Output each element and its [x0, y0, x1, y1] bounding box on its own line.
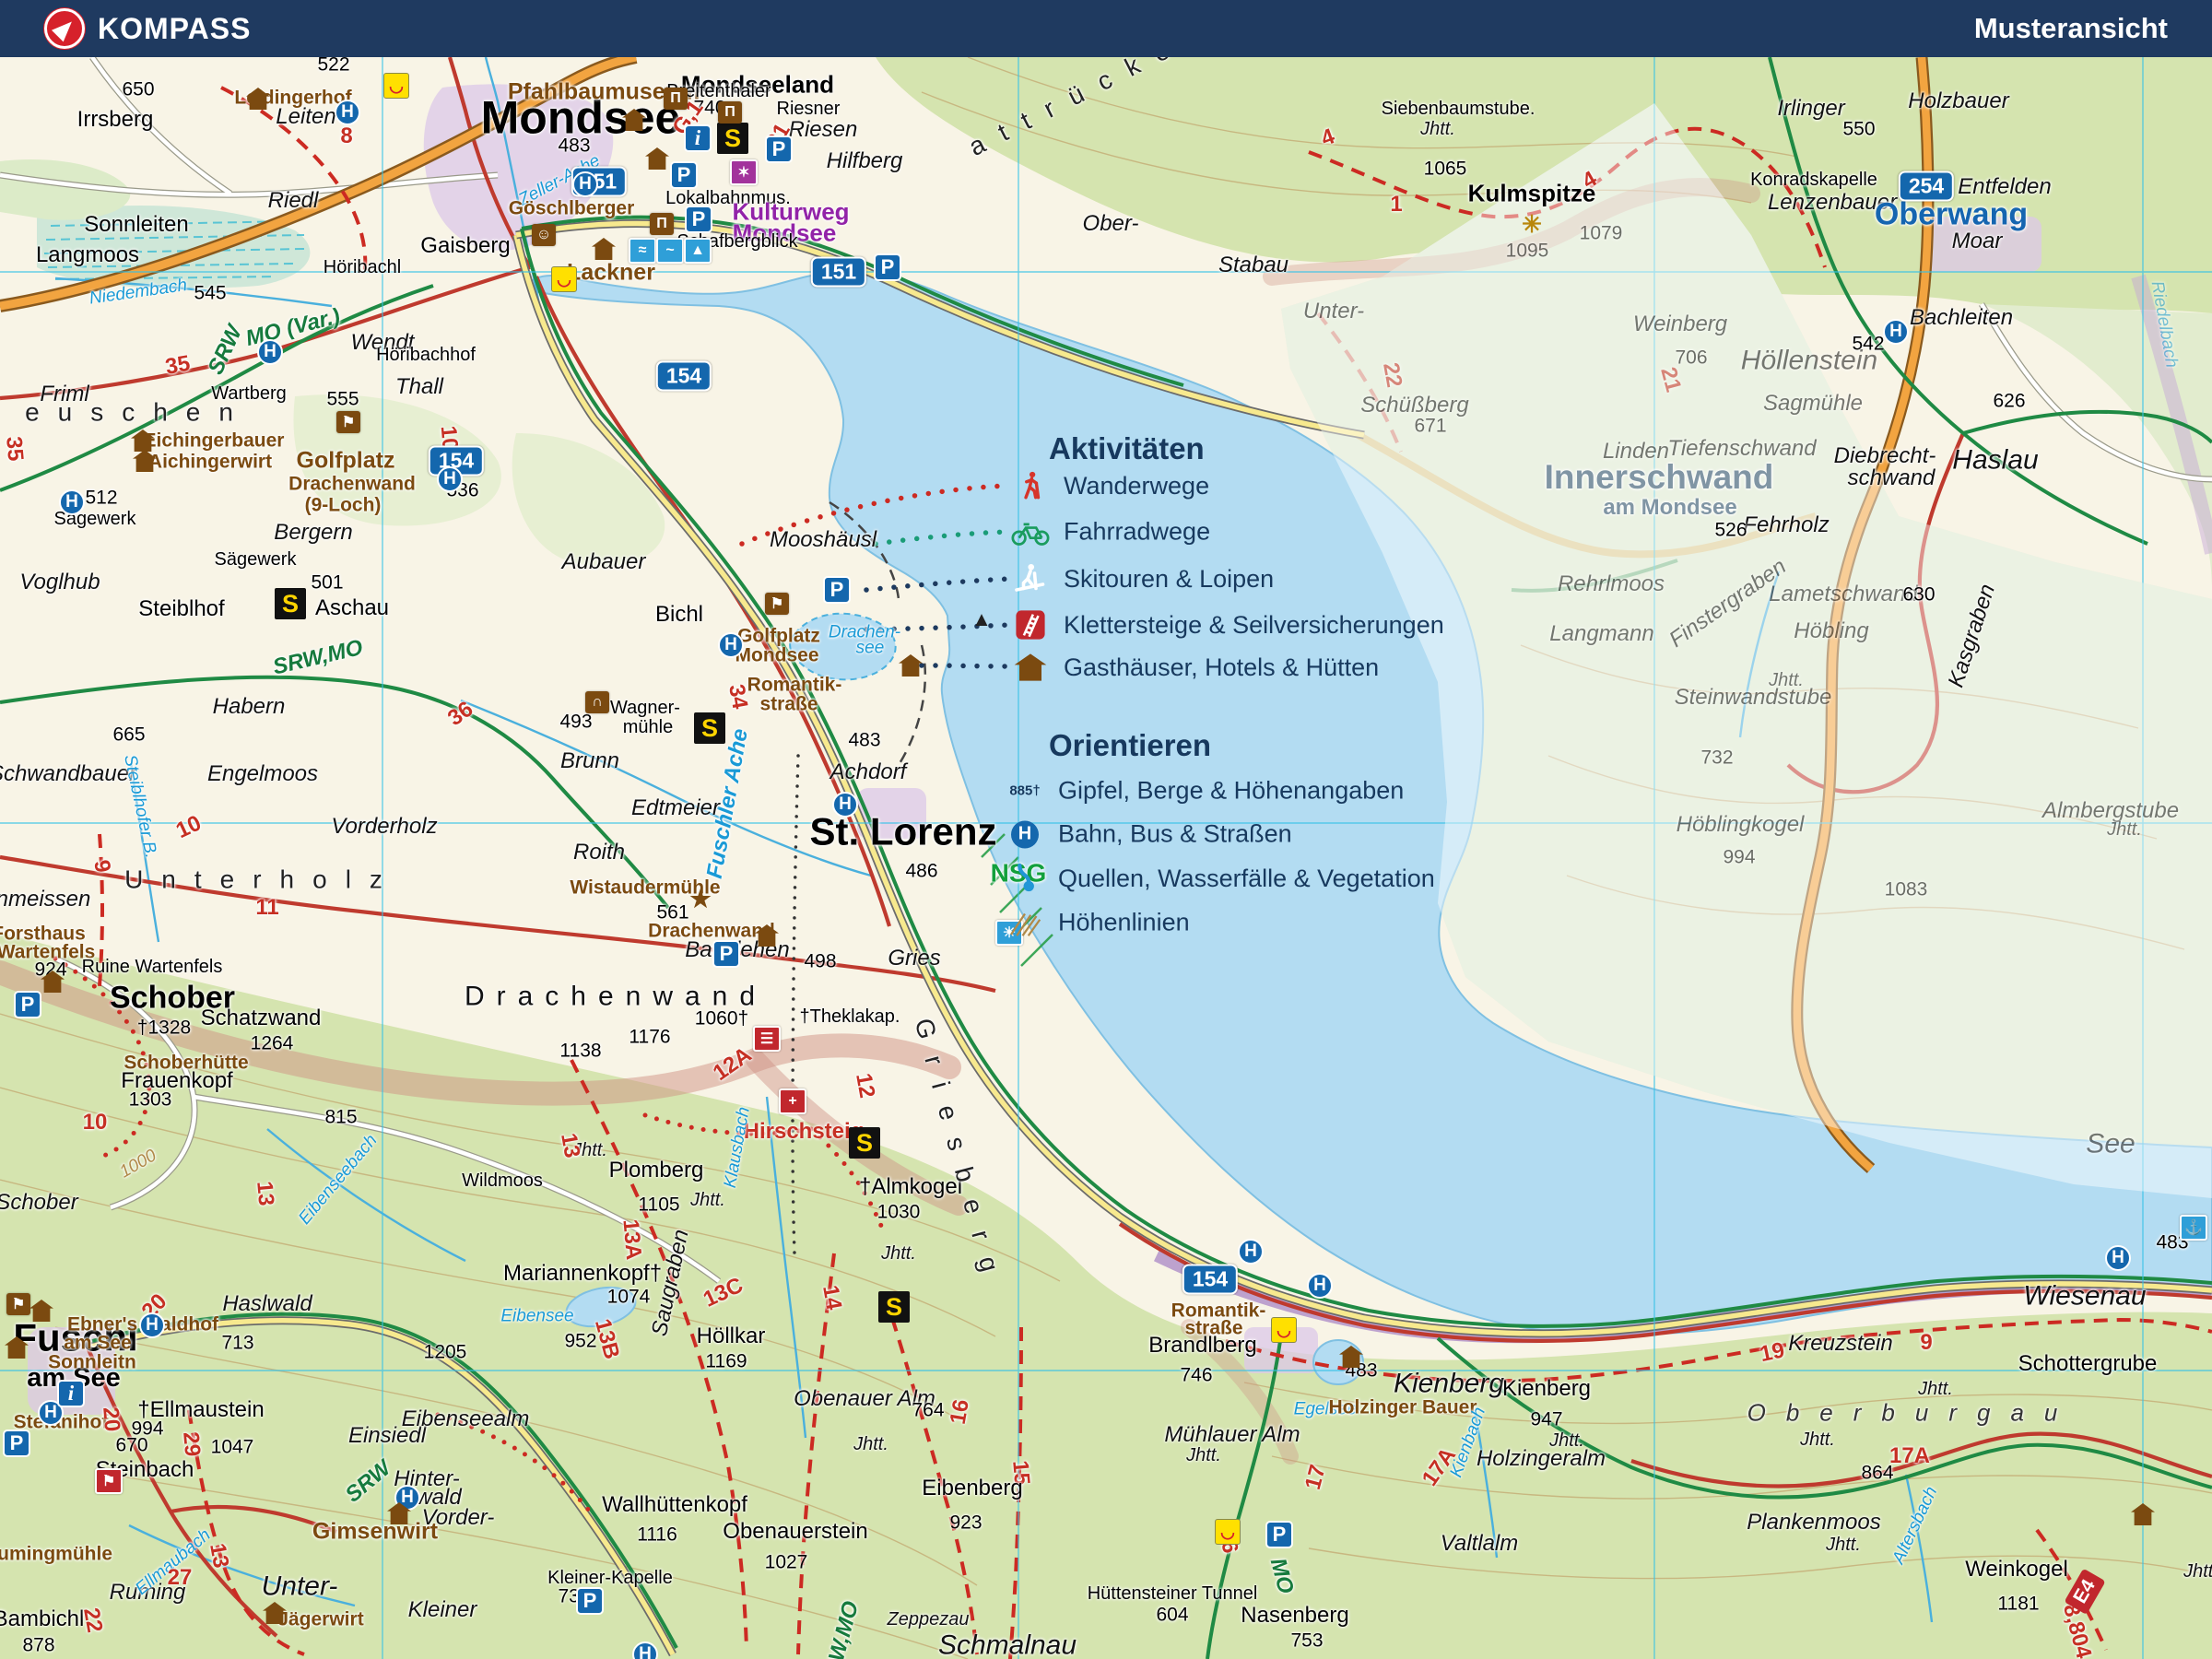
top-bar: KOMPASS Musteransicht — [0, 0, 2212, 57]
map-canvas — [0, 57, 2212, 1659]
kompass-map-preview: Mondsee 483 Pfahlbaumuseum Mondseeland Riesn… — [0, 0, 2212, 1659]
kompass-logo[interactable]: KOMPASS — [44, 8, 251, 49]
topo-map[interactable]: Mondsee 483 Pfahlbaumuseum Mondseeland Riesn… — [0, 12, 2212, 1659]
page-title: Musteransicht — [1973, 12, 2168, 44]
brand-name: KOMPASS — [98, 11, 252, 45]
lake-egelsee — [1312, 1339, 1364, 1385]
compass-icon — [44, 8, 85, 49]
